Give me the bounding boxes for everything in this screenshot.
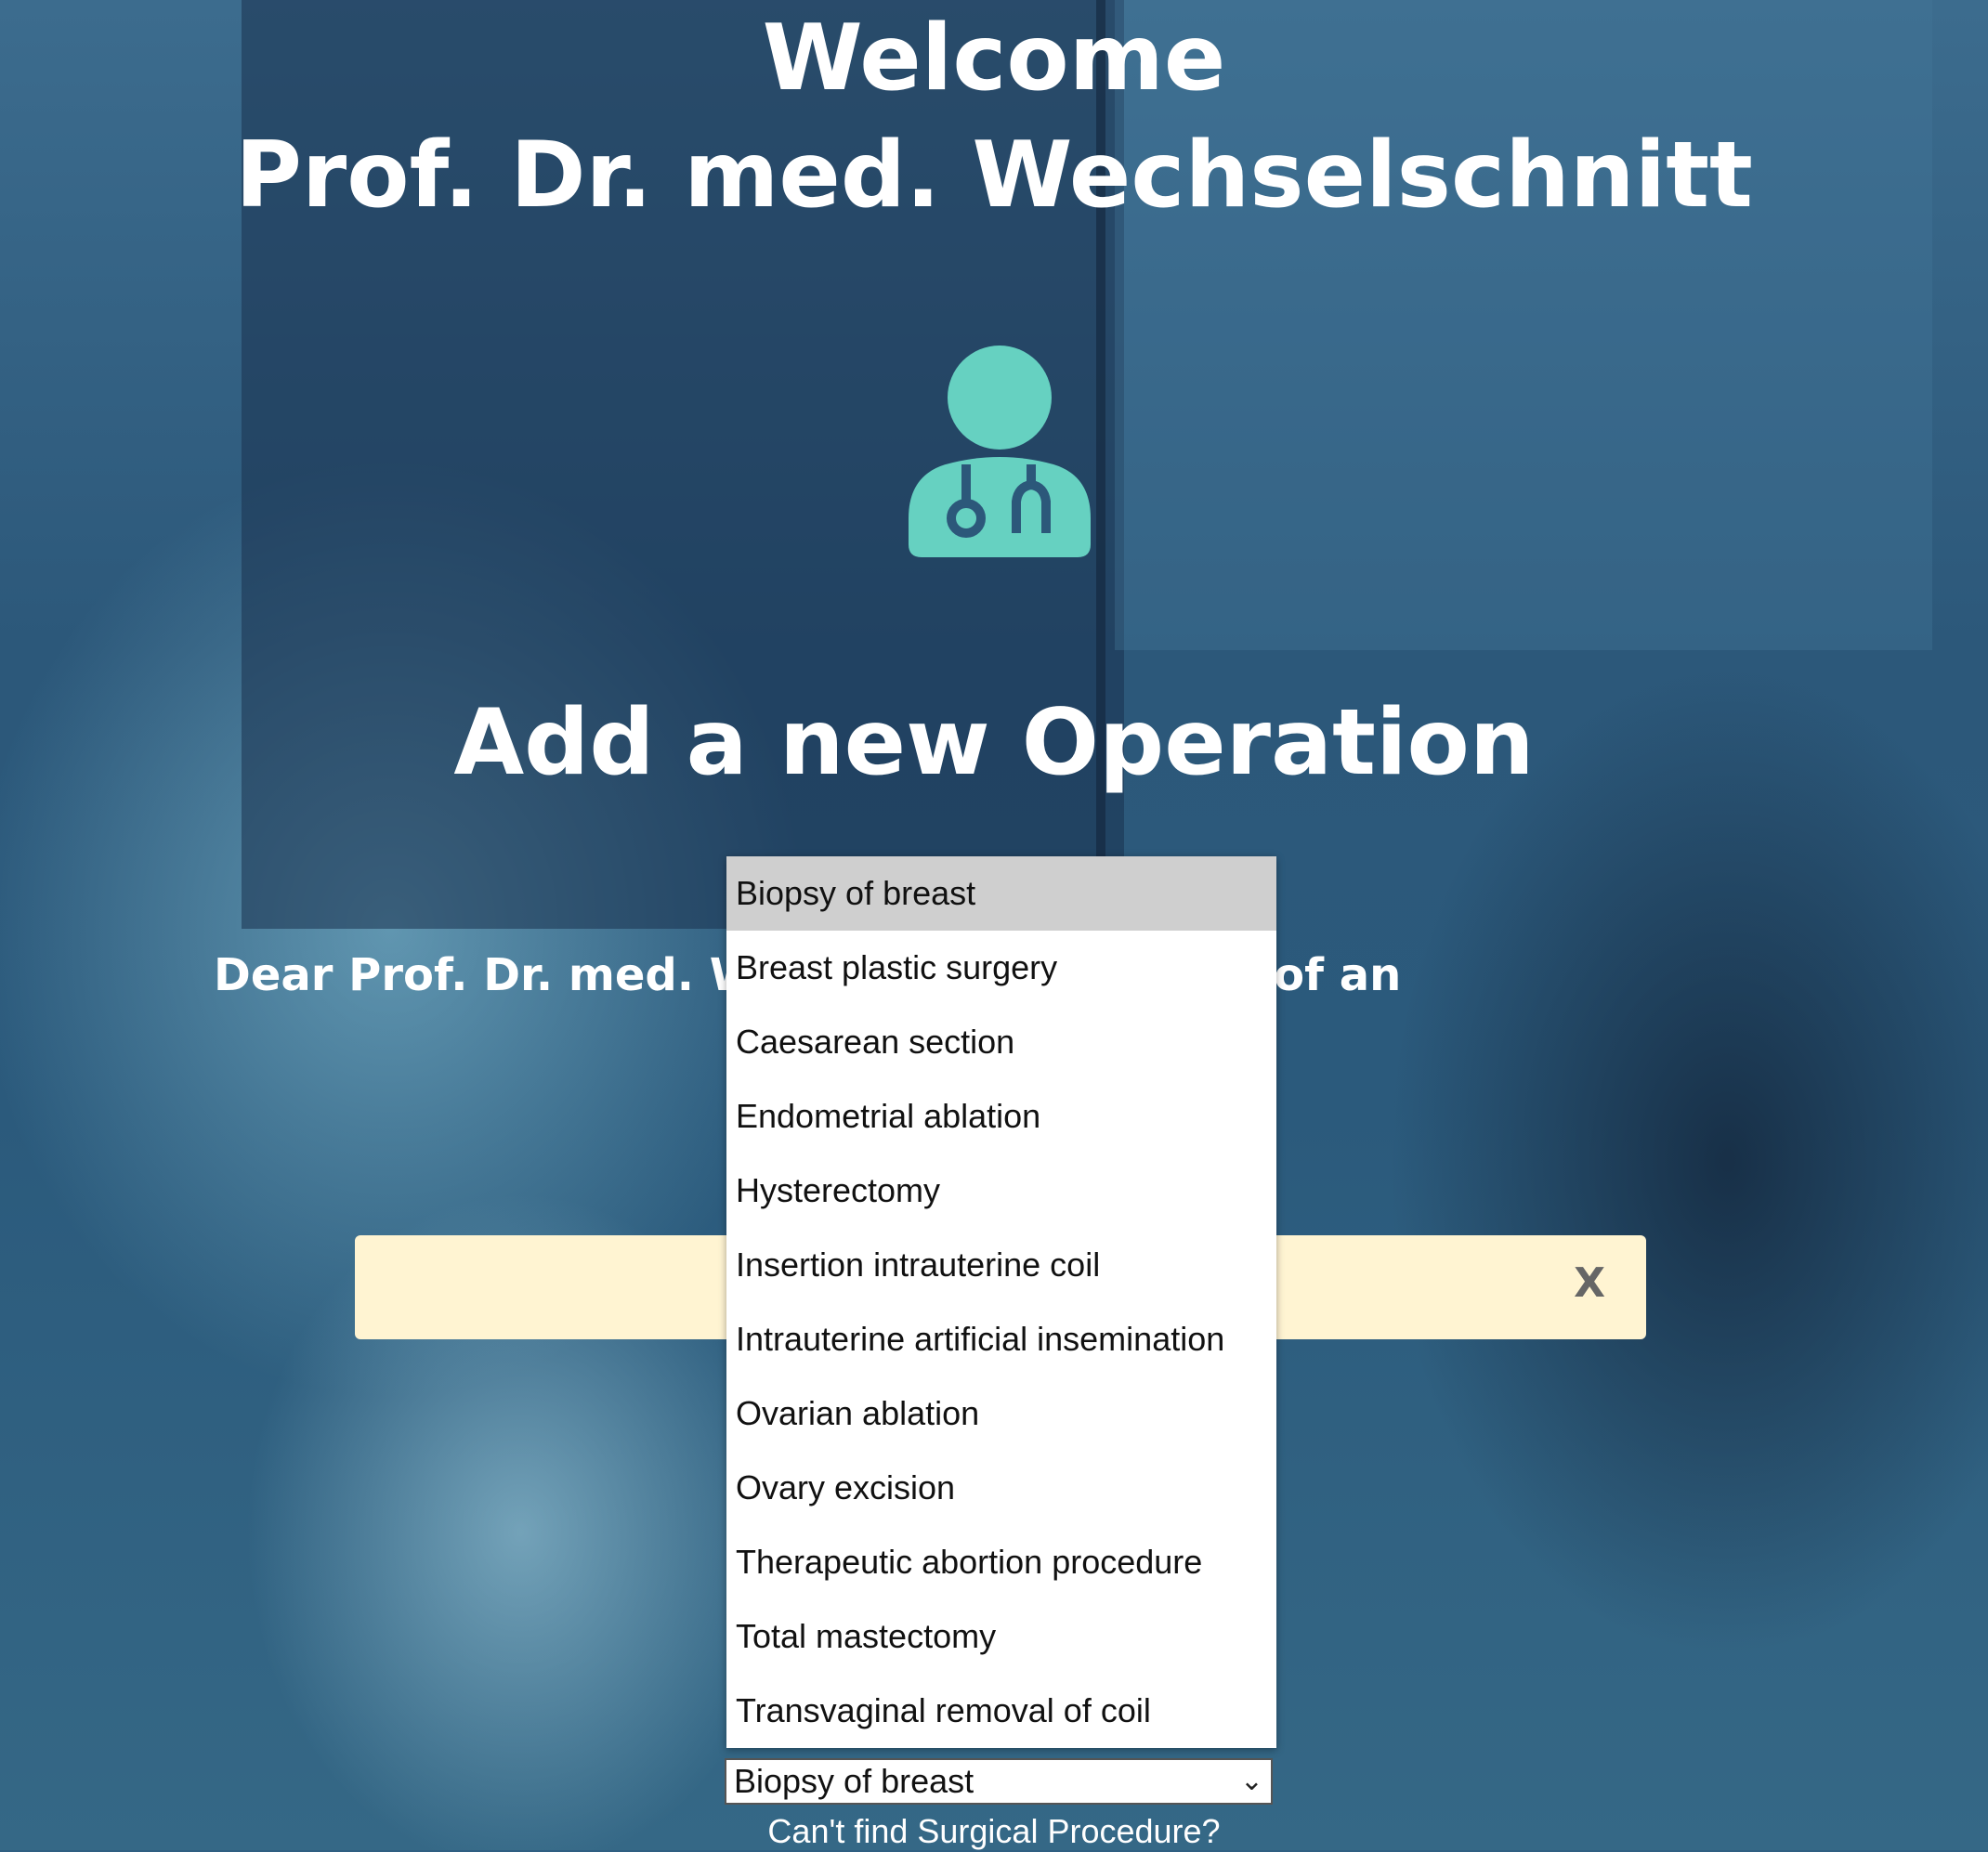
dropdown-option[interactable]: Endometrial ablation (726, 1079, 1276, 1154)
dropdown-option[interactable]: Transvaginal removal of coil (726, 1674, 1276, 1748)
alert-close-button[interactable]: X (1574, 1259, 1605, 1307)
dropdown-option[interactable]: Total mastectomy (726, 1599, 1276, 1674)
surgical-procedure-select[interactable]: Biopsy of breast ⌄ (725, 1758, 1273, 1805)
dropdown-option[interactable]: Therapeutic abortion procedure (726, 1525, 1276, 1599)
user-doctor-icon (909, 346, 1091, 557)
select-current-value: Biopsy of breast (734, 1762, 974, 1800)
dropdown-option[interactable]: Biopsy of breast (726, 856, 1276, 931)
page-content: Welcome Prof. Dr. med. Wechselschnitt Ad… (0, 0, 1988, 1850)
dropdown-option[interactable]: Caesarean section (726, 1005, 1276, 1079)
dropdown-option[interactable]: Intrauterine artificial insemination (726, 1302, 1276, 1376)
cant-find-procedure-link[interactable]: Can't find Surgical Procedure? (0, 1811, 1988, 1852)
dropdown-option[interactable]: Ovary excision (726, 1451, 1276, 1525)
dropdown-option[interactable]: Insertion intrauterine coil (726, 1228, 1276, 1302)
welcome-heading: Welcome (762, 6, 1226, 111)
procedure-dropdown-list[interactable]: Biopsy of breast Breast plastic surgery … (726, 856, 1276, 1748)
dropdown-option[interactable]: Hysterectomy (726, 1154, 1276, 1228)
dropdown-option[interactable]: Breast plastic surgery (726, 931, 1276, 1005)
doctor-name-heading: Prof. Dr. med. Wechselschnitt (235, 123, 1753, 228)
dropdown-option[interactable]: Ovarian ablation (726, 1376, 1276, 1451)
page-title: Add a new Operation (453, 690, 1535, 796)
chevron-down-icon: ⌄ (1239, 1766, 1263, 1796)
